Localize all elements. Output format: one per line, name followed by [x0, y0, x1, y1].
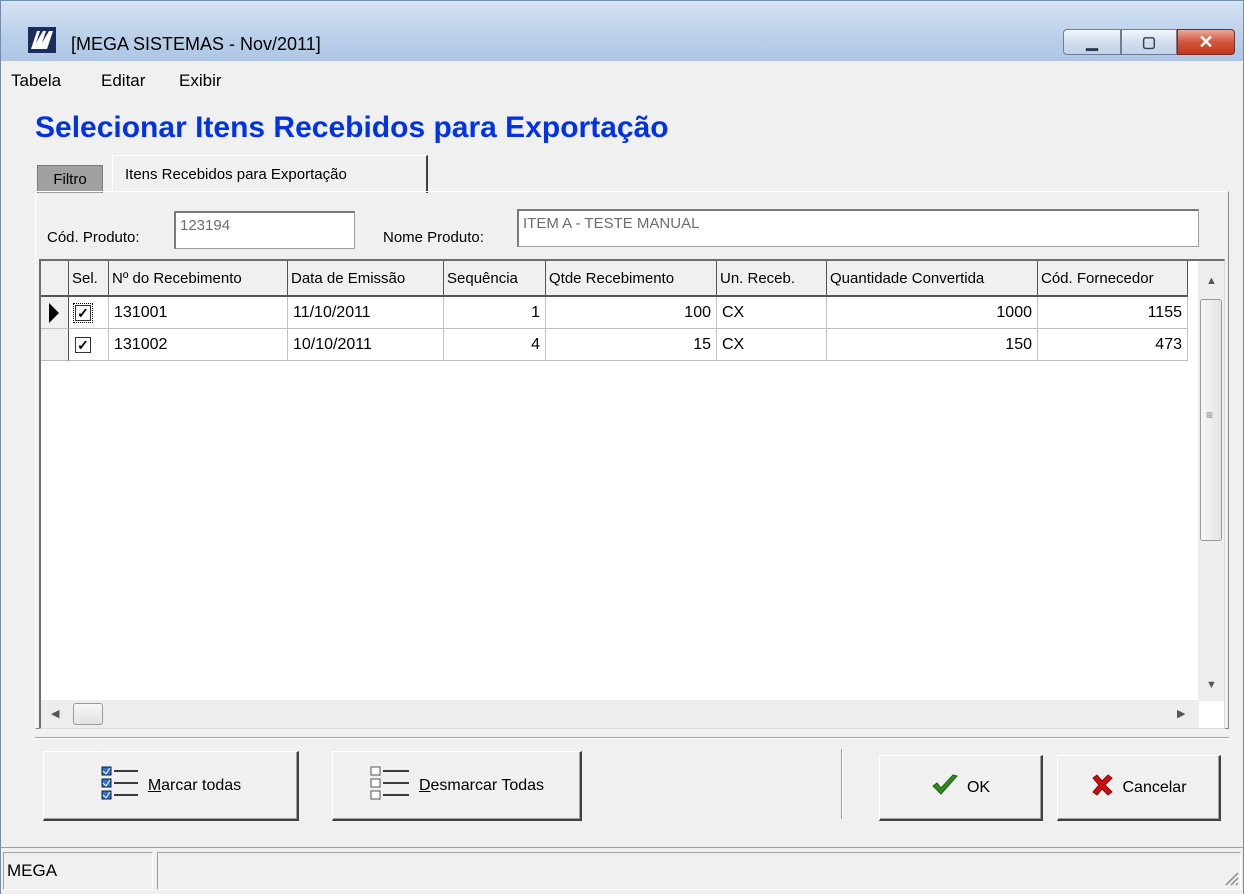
select-checkbox[interactable]: ✓: [75, 337, 91, 353]
cell-recebimento: 131002: [109, 329, 288, 361]
grip-icon: ≡: [1206, 408, 1214, 422]
empty-list-icon: [369, 765, 411, 806]
window-title: [MEGA SISTEMAS - Nov/2011]: [71, 34, 321, 54]
cancelar-button[interactable]: Cancelar: [1057, 755, 1221, 821]
select-checkbox[interactable]: ✓: [73, 303, 93, 323]
cell-sequencia: 4: [444, 329, 546, 361]
marcar-todas-mnemonic: M: [147, 776, 162, 794]
status-bar: MEGA: [1, 847, 1243, 894]
desmarcar-todas-label: esmarcar Todas: [430, 776, 545, 794]
status-panel-info: [157, 852, 1241, 890]
desmarcar-todas-mnemonic: D: [418, 776, 431, 794]
row-sel-cell[interactable]: ✓: [69, 297, 109, 329]
cell-convertida: 150: [827, 329, 1038, 361]
row-indicator-icon: [41, 297, 69, 329]
cell-convertida: 1000: [827, 297, 1038, 329]
table-row[interactable]: ✓ 131001 11/10/2011 1 100 CX 1000 1155: [41, 297, 1201, 329]
cell-qtde: 15: [546, 329, 717, 361]
cell-un: CX: [717, 297, 827, 329]
nome-produto-label: Nome Produto:: [383, 229, 484, 246]
row-sel-cell[interactable]: ✓: [69, 329, 109, 361]
nome-produto-field[interactable]: ITEM A - TESTE MANUAL: [517, 209, 1199, 247]
main-window: [MEGA SISTEMAS - Nov/2011] ▁ ▢ ✕ Tabela …: [0, 0, 1244, 894]
vertical-scrollbar[interactable]: ▲ ≡ ▼: [1198, 261, 1224, 701]
page-title: Selecionar Itens Recebidos para Exportaç…: [35, 111, 669, 144]
vertical-scroll-thumb[interactable]: ≡: [1200, 299, 1222, 541]
title-bar[interactable]: [MEGA SISTEMAS - Nov/2011] ▁ ▢ ✕: [1, 1, 1243, 61]
tab-filtro[interactable]: Filtro: [37, 165, 103, 193]
header-sel[interactable]: Sel.: [69, 261, 109, 297]
header-indicator: [41, 261, 69, 297]
menu-editar[interactable]: Editar: [101, 71, 145, 91]
maximize-icon: ▢: [1141, 34, 1157, 51]
grid-header: Sel. Nº do Recebimento Data de Emissão S…: [41, 261, 1201, 297]
maximize-button[interactable]: ▢: [1121, 29, 1177, 55]
horizontal-scrollbar[interactable]: ◀ ▶: [41, 700, 1199, 728]
header-sequencia[interactable]: Sequência: [444, 261, 546, 297]
desmarcar-todas-button[interactable]: Desmarcar Todas: [332, 751, 582, 821]
cod-produto-label: Cód. Produto:: [47, 229, 140, 246]
header-qtde-recebimento[interactable]: Qtde Recebimento: [546, 261, 717, 297]
divider: [841, 749, 843, 819]
checkmark-icon: [931, 773, 959, 802]
ok-label: OK: [966, 778, 991, 796]
row-indicator: [41, 329, 69, 361]
marcar-todas-label: arcar todas: [161, 776, 242, 794]
divider: [35, 737, 1229, 739]
scroll-down-icon[interactable]: ▼: [1206, 679, 1217, 691]
menu-bar: Tabela Editar Exibir: [1, 63, 1243, 97]
app-logo-icon: [28, 27, 56, 53]
tab-itens-recebidos[interactable]: Itens Recebidos para Exportação: [112, 155, 428, 193]
x-icon: [1090, 773, 1114, 802]
horizontal-scroll-thumb[interactable]: [73, 703, 103, 725]
cod-produto-field[interactable]: 123194: [174, 211, 355, 249]
table-row[interactable]: ✓ 131002 10/10/2011 4 15 CX 150 473: [41, 329, 1201, 361]
scroll-right-icon[interactable]: ▶: [1177, 707, 1185, 720]
items-grid[interactable]: Sel. Nº do Recebimento Data de Emissão S…: [39, 259, 1225, 729]
header-un-receb[interactable]: Un. Receb.: [717, 261, 827, 297]
resize-grip-icon[interactable]: [1223, 870, 1239, 890]
cell-qtde: 100: [546, 297, 717, 329]
close-icon: ✕: [1198, 31, 1214, 52]
marcar-todas-button[interactable]: Marcar todas: [43, 751, 299, 821]
cell-fornecedor: 1155: [1038, 297, 1188, 329]
close-button[interactable]: ✕: [1177, 29, 1235, 55]
minimize-button[interactable]: ▁: [1063, 29, 1121, 55]
cell-data: 10/10/2011: [288, 329, 444, 361]
menu-exibir[interactable]: Exibir: [179, 71, 222, 91]
cell-un: CX: [717, 329, 827, 361]
header-cod-fornecedor[interactable]: Cód. Fornecedor: [1038, 261, 1188, 297]
scroll-left-icon[interactable]: ◀: [51, 707, 59, 720]
minimize-icon: ▁: [1086, 34, 1098, 51]
cell-recebimento: 131001: [109, 297, 288, 329]
status-panel-main: MEGA: [3, 852, 153, 890]
cell-sequencia: 1: [444, 297, 546, 329]
cell-fornecedor: 473: [1038, 329, 1188, 361]
header-data-emissao[interactable]: Data de Emissão: [288, 261, 444, 297]
menu-tabela[interactable]: Tabela: [11, 71, 61, 91]
check-list-icon: [100, 765, 140, 806]
header-recebimento[interactable]: Nº do Recebimento: [109, 261, 288, 297]
header-quantidade-convertida[interactable]: Quantidade Convertida: [827, 261, 1038, 297]
cancelar-label: Cancelar: [1122, 778, 1187, 796]
cell-data: 11/10/2011: [288, 297, 444, 329]
ok-button[interactable]: OK: [879, 755, 1043, 821]
scroll-up-icon[interactable]: ▲: [1206, 275, 1217, 287]
